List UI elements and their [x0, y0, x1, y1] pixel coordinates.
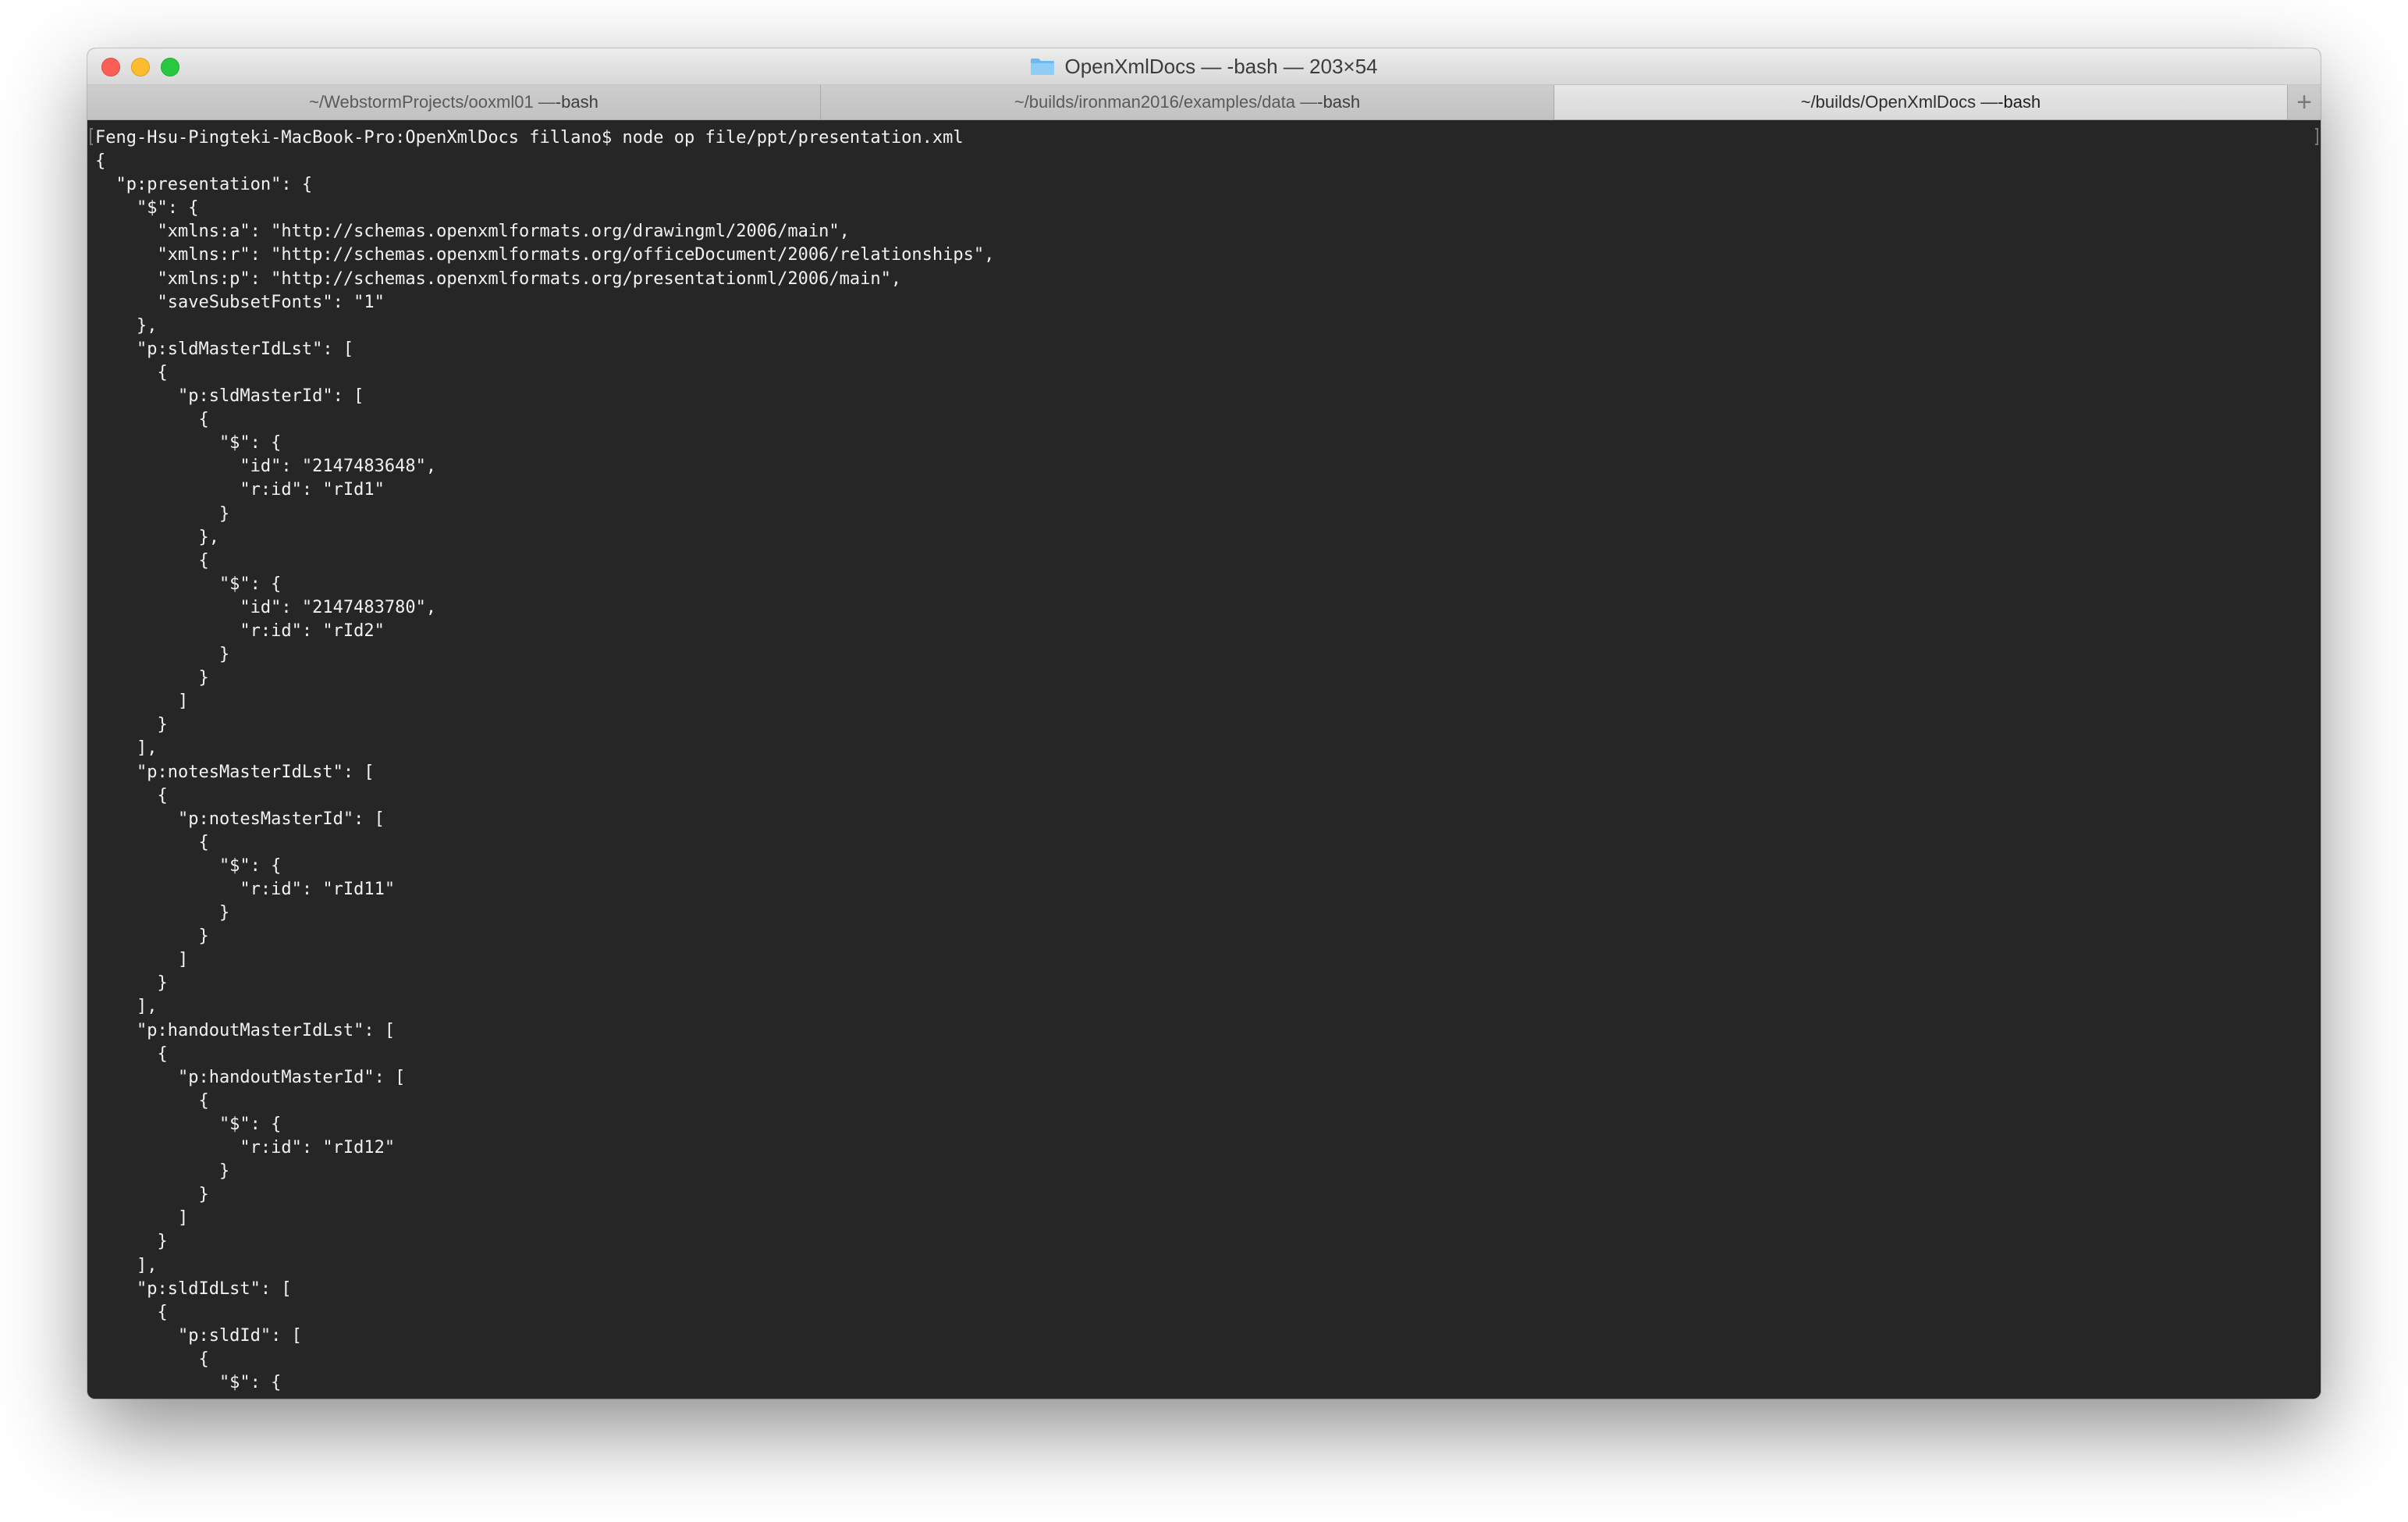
output-line: } — [95, 645, 230, 665]
window-title-group: OpenXmlDocs — -bash — 203×54 — [87, 48, 2321, 84]
output-line: "p:handoutMasterId": [ — [95, 1067, 406, 1087]
output-line: "xmlns:a": "http://schemas.openxmlformat… — [95, 222, 850, 242]
output-line: ], — [95, 997, 158, 1017]
output-line: "$": { — [95, 198, 199, 219]
output-line: "r:id": "rId11" — [95, 880, 396, 899]
output-line: "p:sldMasterIdLst": [ — [95, 339, 354, 359]
tab-openxmldocs[interactable]: ~/builds/OpenXmlDocs — -bash — [1554, 85, 2288, 119]
output-line: "p:handoutMasterIdLst": [ — [95, 1020, 396, 1040]
output-line: } — [95, 1185, 209, 1205]
output-line: "p:presentation": { — [95, 175, 313, 195]
output-line: { — [95, 785, 168, 805]
output-line: { — [95, 1090, 209, 1111]
output-line: } — [95, 715, 168, 735]
title-bar[interactable]: OpenXmlDocs — -bash — 203×54 — [87, 48, 2321, 85]
mark-bracket-left — [90, 128, 93, 145]
output-line: { — [95, 362, 168, 382]
output-line: "$": { — [95, 433, 282, 453]
output-line: "$": { — [95, 1372, 282, 1392]
output-line: { — [95, 1044, 168, 1064]
output-line: "id": "2147483648", — [95, 457, 437, 477]
output-line: "r:id": "rId12" — [95, 1138, 396, 1158]
output-line: "$": { — [95, 1114, 282, 1134]
terminal-lines: Feng-Hsu-Pingteki-MacBook-Pro:OpenXmlDoc… — [95, 126, 994, 1395]
output-line: }, — [95, 527, 219, 547]
new-tab-button[interactable]: + — [2288, 85, 2321, 119]
tab-path: ~/WebstormProjects/ooxml01 — — [309, 92, 556, 112]
tab-command: -bash — [1317, 92, 1361, 112]
output-line: } — [95, 926, 209, 947]
output-line: } — [95, 1232, 168, 1252]
output-line: "p:sldId": [ — [95, 1325, 302, 1346]
output-line: }, — [95, 315, 158, 336]
output-line: { — [95, 410, 209, 430]
output-line: } — [95, 503, 230, 524]
output-line: ] — [95, 950, 189, 970]
output-line: { — [95, 550, 209, 571]
tab-command: -bash — [1998, 92, 2041, 112]
output-line: ], — [95, 1255, 158, 1275]
tab-ironman-data[interactable]: ~/builds/ironman2016/examples/data — -ba… — [821, 85, 1554, 119]
folder-icon — [1031, 59, 1055, 75]
output-line: "p:notesMasterIdLst": [ — [95, 762, 375, 782]
output-line: "p:notesMasterId": [ — [95, 809, 385, 829]
window-title: OpenXmlDocs — -bash — 203×54 — [1064, 54, 1378, 78]
output-line: "p:sldMasterId": [ — [95, 386, 364, 407]
output-line: ] — [95, 692, 189, 712]
mark-bracket-right — [2315, 128, 2318, 145]
output-line: { — [95, 151, 106, 172]
tab-bar: ~/WebstormProjects/ooxml01 — -bash ~/bui… — [87, 85, 2321, 120]
output-line: { — [95, 1349, 209, 1369]
output-line: "$": { — [95, 574, 282, 594]
output-line: "id": "2147483780", — [95, 597, 437, 617]
output-line: } — [95, 1161, 230, 1182]
output-line: "$": { — [95, 855, 282, 876]
output-line: "r:id": "rId1" — [95, 480, 385, 500]
output-line: } — [95, 668, 209, 688]
output-line: { — [95, 1302, 168, 1322]
output-line: "xmlns:r": "http://schemas.openxmlformat… — [95, 245, 995, 265]
terminal-window: OpenXmlDocs — -bash — 203×54 ~/WebstormP… — [87, 48, 2321, 1399]
output-line: { — [95, 832, 209, 852]
tab-path: ~/builds/OpenXmlDocs — — [1800, 92, 1998, 112]
output-line: "r:id": "rId2" — [95, 621, 385, 641]
output-line: "saveSubsetFonts": "1" — [95, 292, 385, 312]
output-line: ] — [95, 1208, 189, 1229]
shell-prompt-line: Feng-Hsu-Pingteki-MacBook-Pro:OpenXmlDoc… — [95, 128, 964, 148]
output-line: } — [95, 903, 230, 923]
tab-command: -bash — [555, 92, 598, 112]
output-line: "xmlns:p": "http://schemas.openxmlformat… — [95, 268, 902, 289]
tab-path: ~/builds/ironman2016/examples/data — — [1014, 92, 1318, 112]
output-line: } — [95, 973, 168, 994]
tab-webstorm-ooxml01[interactable]: ~/WebstormProjects/ooxml01 — -bash — [87, 85, 821, 119]
output-line: "p:sldIdLst": [ — [95, 1278, 292, 1299]
output-line: ], — [95, 738, 158, 759]
terminal-output[interactable]: Feng-Hsu-Pingteki-MacBook-Pro:OpenXmlDoc… — [87, 120, 2321, 1399]
